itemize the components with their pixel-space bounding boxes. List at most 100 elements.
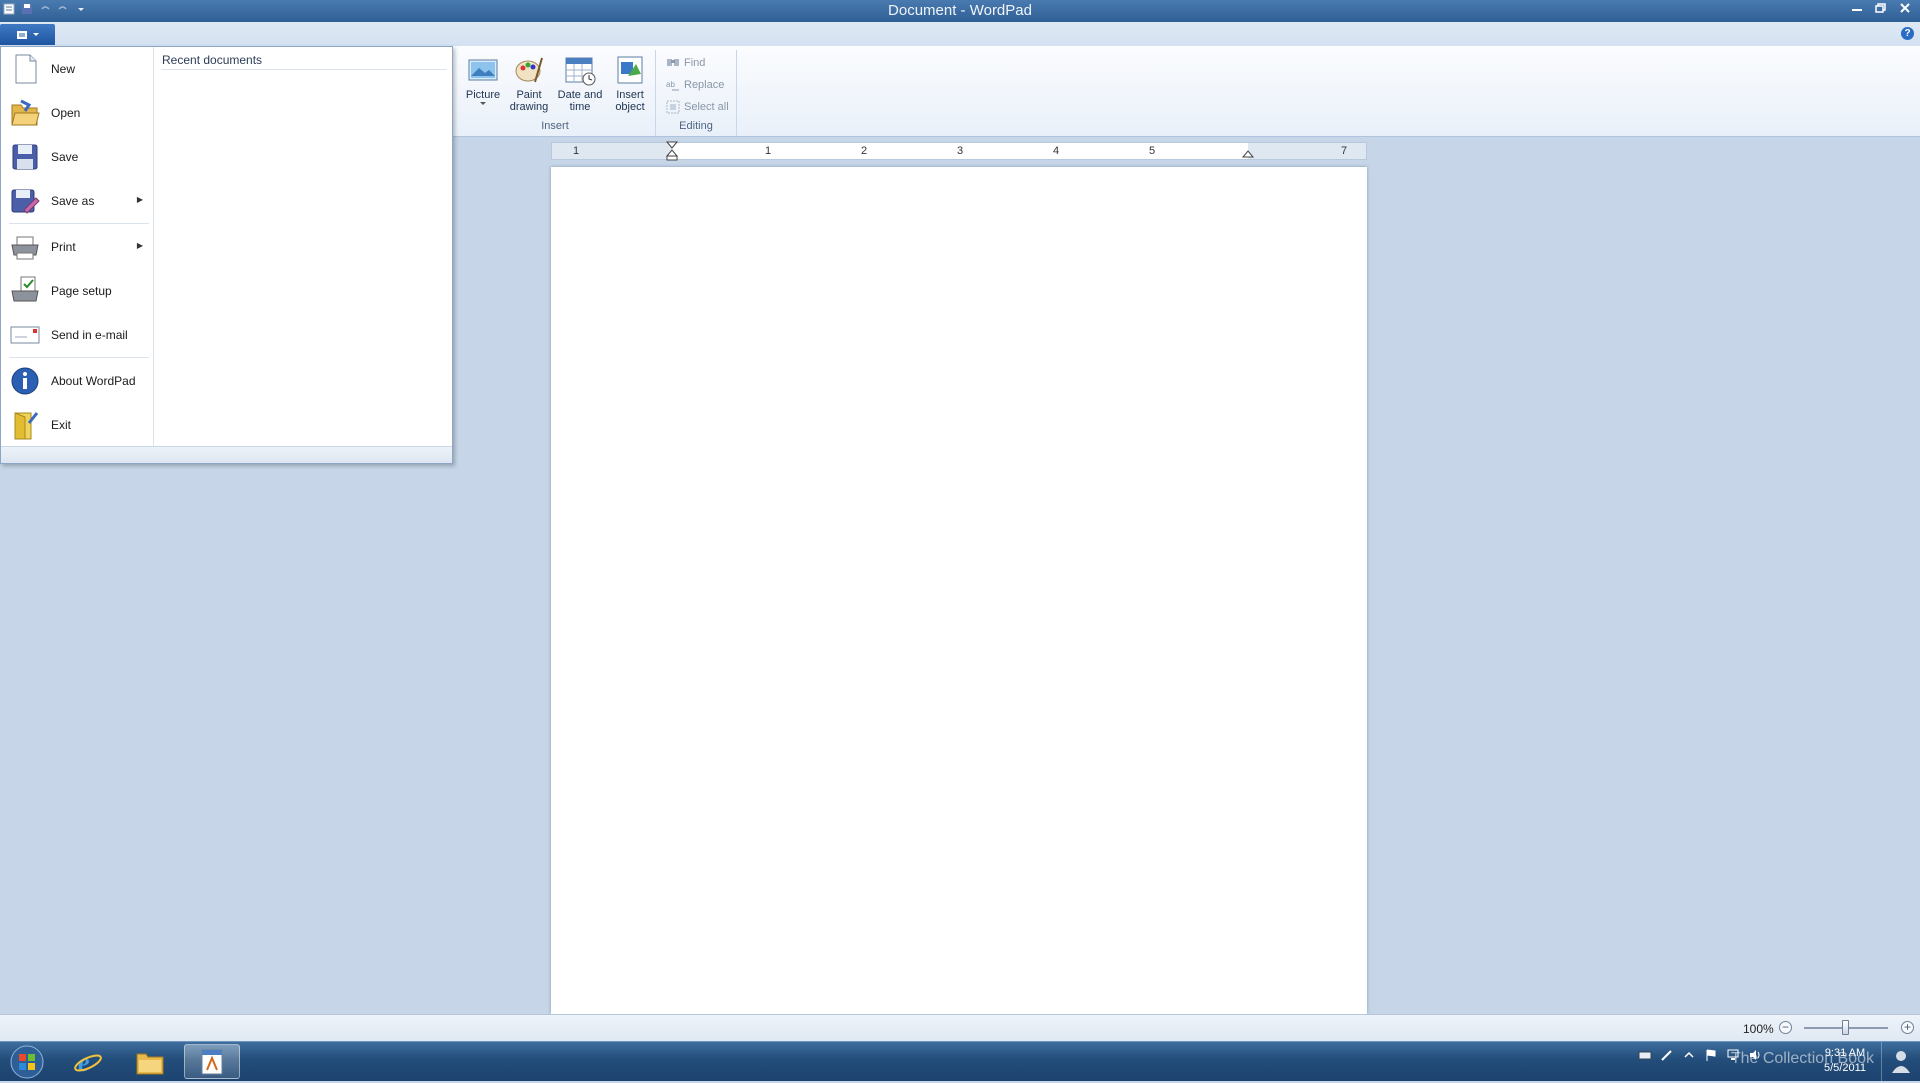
save-disk-icon <box>12 144 38 170</box>
find-icon <box>667 59 679 66</box>
volume-icon[interactable] <box>1748 1048 1762 1062</box>
replace-icon: ab <box>666 80 679 91</box>
keyboard-language-icon[interactable] <box>1638 1048 1652 1062</box>
internet-explorer-icon: e <box>74 1048 102 1077</box>
menu-item-page-setup[interactable]: Page setup <box>5 271 149 311</box>
date-time-button[interactable]: Date and time <box>555 54 605 113</box>
picture-icon <box>468 59 498 81</box>
menu-item-about[interactable]: About WordPad <box>5 361 149 401</box>
taskbar-wordpad[interactable] <box>184 1044 240 1079</box>
ruler-label: 2 <box>860 145 868 157</box>
menu-item-label: Page setup <box>51 284 112 298</box>
window-title: Document - WordPad <box>888 2 1032 19</box>
file-menu-button[interactable] <box>0 24 55 45</box>
folder-icon <box>136 1053 164 1074</box>
minimize-icon <box>1852 9 1862 11</box>
menu-item-label: Send in e-mail <box>51 328 128 342</box>
insert-object-button[interactable]: Insert object <box>609 54 651 113</box>
ruler-label: 3 <box>956 145 964 157</box>
ruler-label: 7 <box>1340 145 1348 157</box>
action-center-flag-icon[interactable] <box>1704 1048 1718 1062</box>
start-button[interactable] <box>4 1044 50 1079</box>
menu-separator <box>9 223 149 224</box>
menu-item-print[interactable]: Print ▶ <box>5 227 149 267</box>
ruler-label: 4 <box>1052 145 1060 157</box>
tray-chevron-icon[interactable] <box>1682 1048 1696 1062</box>
insert-object-icon <box>617 56 643 84</box>
menu-item-open[interactable]: Open <box>5 93 149 133</box>
find-label: Find <box>684 57 706 69</box>
save-as-icon <box>11 189 40 214</box>
menu-item-label: Save <box>51 150 79 164</box>
maximize-button[interactable] <box>1870 0 1892 16</box>
pen-icon[interactable] <box>1660 1048 1674 1062</box>
status-bar: 100% − + <box>0 1014 1920 1042</box>
date-time-icon <box>565 57 596 86</box>
zoom-slider-thumb[interactable] <box>1842 1020 1849 1035</box>
editing-group: Find ab Replace Select all Editing <box>656 50 737 136</box>
select-all-label: Select all <box>684 101 729 113</box>
recent-documents-header: Recent documents <box>161 51 447 70</box>
ruler-label: 1 <box>572 145 580 157</box>
help-icon[interactable]: ? <box>1901 27 1914 40</box>
menu-separator <box>9 357 149 358</box>
insert-group: Picture Paint drawing Date and time Inse… <box>455 50 656 136</box>
restore-icon <box>1875 3 1886 13</box>
new-document-icon <box>15 54 37 84</box>
right-indent-marker-icon[interactable] <box>1242 147 1254 159</box>
select-all-icon <box>666 100 680 114</box>
paint-drawing-label: Paint drawing <box>509 89 549 113</box>
submenu-arrow-icon: ▶ <box>136 195 143 204</box>
exit-icon <box>14 412 39 440</box>
clock[interactable]: 9:31 AM 5/5/2011 <box>1824 1046 1866 1076</box>
taskbar-file-explorer[interactable] <box>122 1044 178 1079</box>
menu-item-exit[interactable]: Exit <box>5 405 149 445</box>
first-line-indent-marker-icon[interactable] <box>666 141 678 161</box>
menu-item-new[interactable]: New <box>5 49 149 89</box>
menu-item-label: New <box>51 62 76 76</box>
picture-label: Picture <box>465 89 501 101</box>
ruler-left-margin <box>552 143 672 159</box>
svg-text:ab: ab <box>666 80 675 89</box>
zoom-level: 100% <box>1743 1022 1774 1036</box>
system-tray <box>1638 1048 1762 1062</box>
clock-date: 5/5/2011 <box>1823 1062 1866 1074</box>
zoom-out-button[interactable]: − <box>1779 1021 1792 1034</box>
document-menu-icon <box>16 30 27 39</box>
ruler-label: 1 <box>764 145 772 157</box>
title-bar: Document - WordPad <box>0 0 1920 22</box>
replace-button[interactable]: ab Replace <box>666 78 724 92</box>
submenu-arrow-icon: ▶ <box>136 241 143 250</box>
editing-group-label: Editing <box>679 120 713 132</box>
menu-item-label: Open <box>51 106 81 120</box>
document-page[interactable] <box>551 167 1367 1014</box>
date-time-label: Date and time <box>557 89 603 113</box>
menu-item-save[interactable]: Save <box>5 137 149 177</box>
close-button[interactable] <box>1894 0 1916 16</box>
ruler-right-margin <box>1248 143 1366 159</box>
show-desktop-button[interactable] <box>1881 1042 1920 1081</box>
find-button[interactable]: Find <box>666 56 705 70</box>
chevron-down-icon <box>32 32 39 36</box>
minimize-button[interactable] <box>1846 0 1868 16</box>
picture-button[interactable]: Picture <box>465 54 501 107</box>
taskbar: e The Collection Book 9:31 AM 5/5/2011 <box>0 1041 1920 1081</box>
user-avatar-icon <box>1892 1051 1910 1073</box>
paint-drawing-icon <box>515 57 543 83</box>
page-setup-icon <box>11 276 39 302</box>
menu-item-save-as[interactable]: Save as ▶ <box>5 181 149 221</box>
printer-icon <box>11 236 39 260</box>
chevron-down-icon <box>480 102 486 105</box>
file-menu: New Open Save Save as ▶ Print ▶ Page set… <box>0 46 453 464</box>
windows-logo-icon <box>10 1045 44 1078</box>
taskbar-internet-explorer[interactable]: e <box>60 1044 116 1079</box>
menu-item-label: About WordPad <box>51 374 136 388</box>
menu-item-send-email[interactable]: Send in e-mail <box>5 315 149 355</box>
select-all-button[interactable]: Select all <box>666 100 729 114</box>
ruler[interactable]: 1 1 2 3 4 5 7 <box>551 141 1367 161</box>
file-menu-commands: New Open Save Save as ▶ Print ▶ Page set… <box>1 47 154 447</box>
network-icon[interactable] <box>1726 1048 1740 1062</box>
paint-drawing-button[interactable]: Paint drawing <box>507 54 551 113</box>
zoom-in-button[interactable]: + <box>1901 1021 1914 1034</box>
insert-object-label: Insert object <box>615 89 645 113</box>
